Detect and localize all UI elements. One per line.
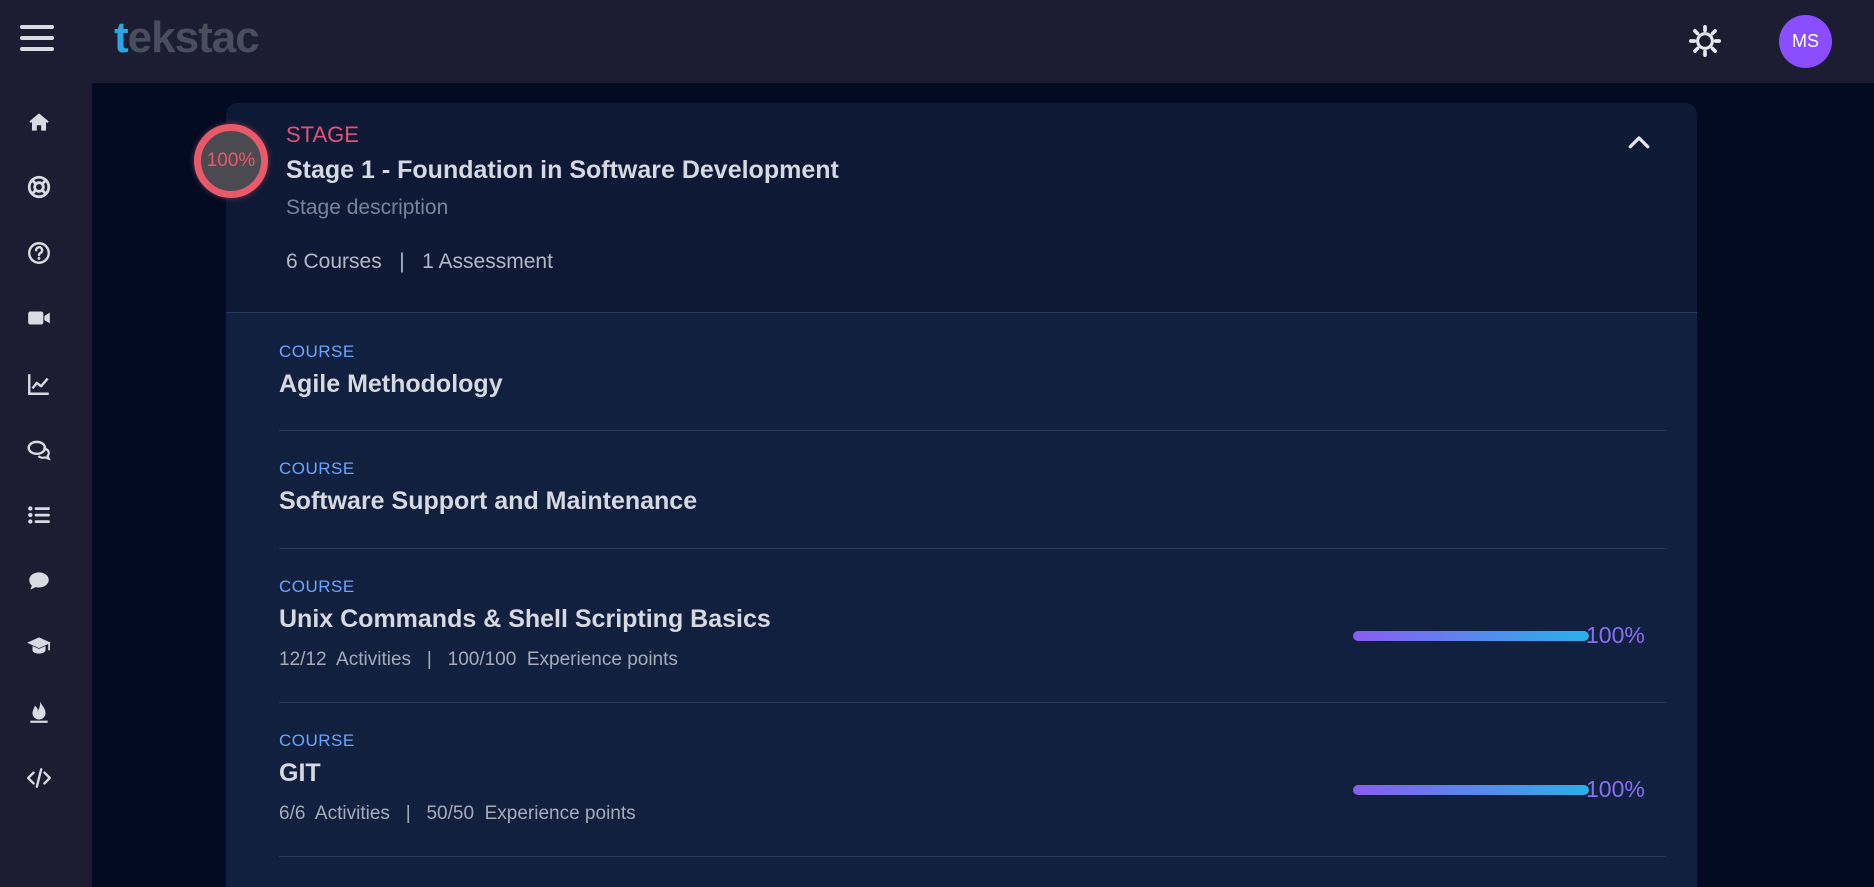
course-label: COURSE xyxy=(279,731,355,750)
stage-label: STAGE xyxy=(286,122,359,147)
course-item-agile-methodology[interactable]: COURSE Agile Methodology xyxy=(279,332,1666,431)
course-item-git[interactable]: COURSE GIT 6/6 Activities | 50/50 Experi… xyxy=(279,703,1666,857)
collapse-chevron-up-icon[interactable] xyxy=(1622,128,1656,158)
hamburger-menu-icon[interactable] xyxy=(20,25,54,55)
course-meta: 6/6 Activities | 50/50 Experience points xyxy=(279,803,636,824)
course-meta: 12/12 Activities | 100/100 Experience po… xyxy=(279,649,678,670)
course-progress-bar xyxy=(1353,785,1589,795)
list-icon[interactable] xyxy=(24,500,54,530)
stage-progress-ring: 100% xyxy=(194,124,268,198)
lifebuoy-icon[interactable] xyxy=(24,172,54,202)
course-title: Software Support and Maintenance xyxy=(279,487,698,515)
stage-description: Stage description xyxy=(286,196,449,219)
stage-progress-value: 100% xyxy=(206,150,256,171)
course-title: Agile Methodology xyxy=(279,370,503,398)
chat-bubbles-icon[interactable] xyxy=(24,435,54,465)
course-item-unix-commands[interactable]: COURSE Unix Commands & Shell Scripting B… xyxy=(279,549,1666,703)
fire-icon[interactable] xyxy=(24,697,54,727)
course-item-software-support[interactable]: COURSE Software Support and Maintenance xyxy=(279,431,1666,549)
course-label: COURSE xyxy=(279,577,355,596)
course-title: GIT xyxy=(279,759,321,787)
settings-gear-icon[interactable] xyxy=(1688,24,1722,58)
course-progress-percent: 100% xyxy=(1586,622,1645,648)
stage-title: Stage 1 - Foundation in Software Develop… xyxy=(286,156,839,184)
graduation-cap-icon[interactable] xyxy=(24,631,54,661)
course-label: COURSE xyxy=(279,342,355,361)
help-icon[interactable] xyxy=(24,238,54,268)
home-icon[interactable] xyxy=(24,107,54,137)
course-progress-percent: 100% xyxy=(1586,776,1645,802)
comment-icon[interactable] xyxy=(24,566,54,596)
course-title: Unix Commands & Shell Scripting Basics xyxy=(279,605,771,633)
tekstac-logo[interactable]: tekstac xyxy=(114,13,260,63)
course-progress-bar xyxy=(1353,631,1589,641)
chart-line-icon[interactable] xyxy=(24,369,54,399)
code-icon[interactable] xyxy=(24,763,54,793)
course-label: COURSE xyxy=(279,459,355,478)
stage-meta: 6 Courses | 1 Assessment xyxy=(286,250,553,273)
video-icon[interactable] xyxy=(24,303,54,333)
user-avatar[interactable]: MS xyxy=(1779,15,1832,68)
sidebar xyxy=(0,83,92,887)
top-bar: tekstac MS xyxy=(0,0,1874,83)
